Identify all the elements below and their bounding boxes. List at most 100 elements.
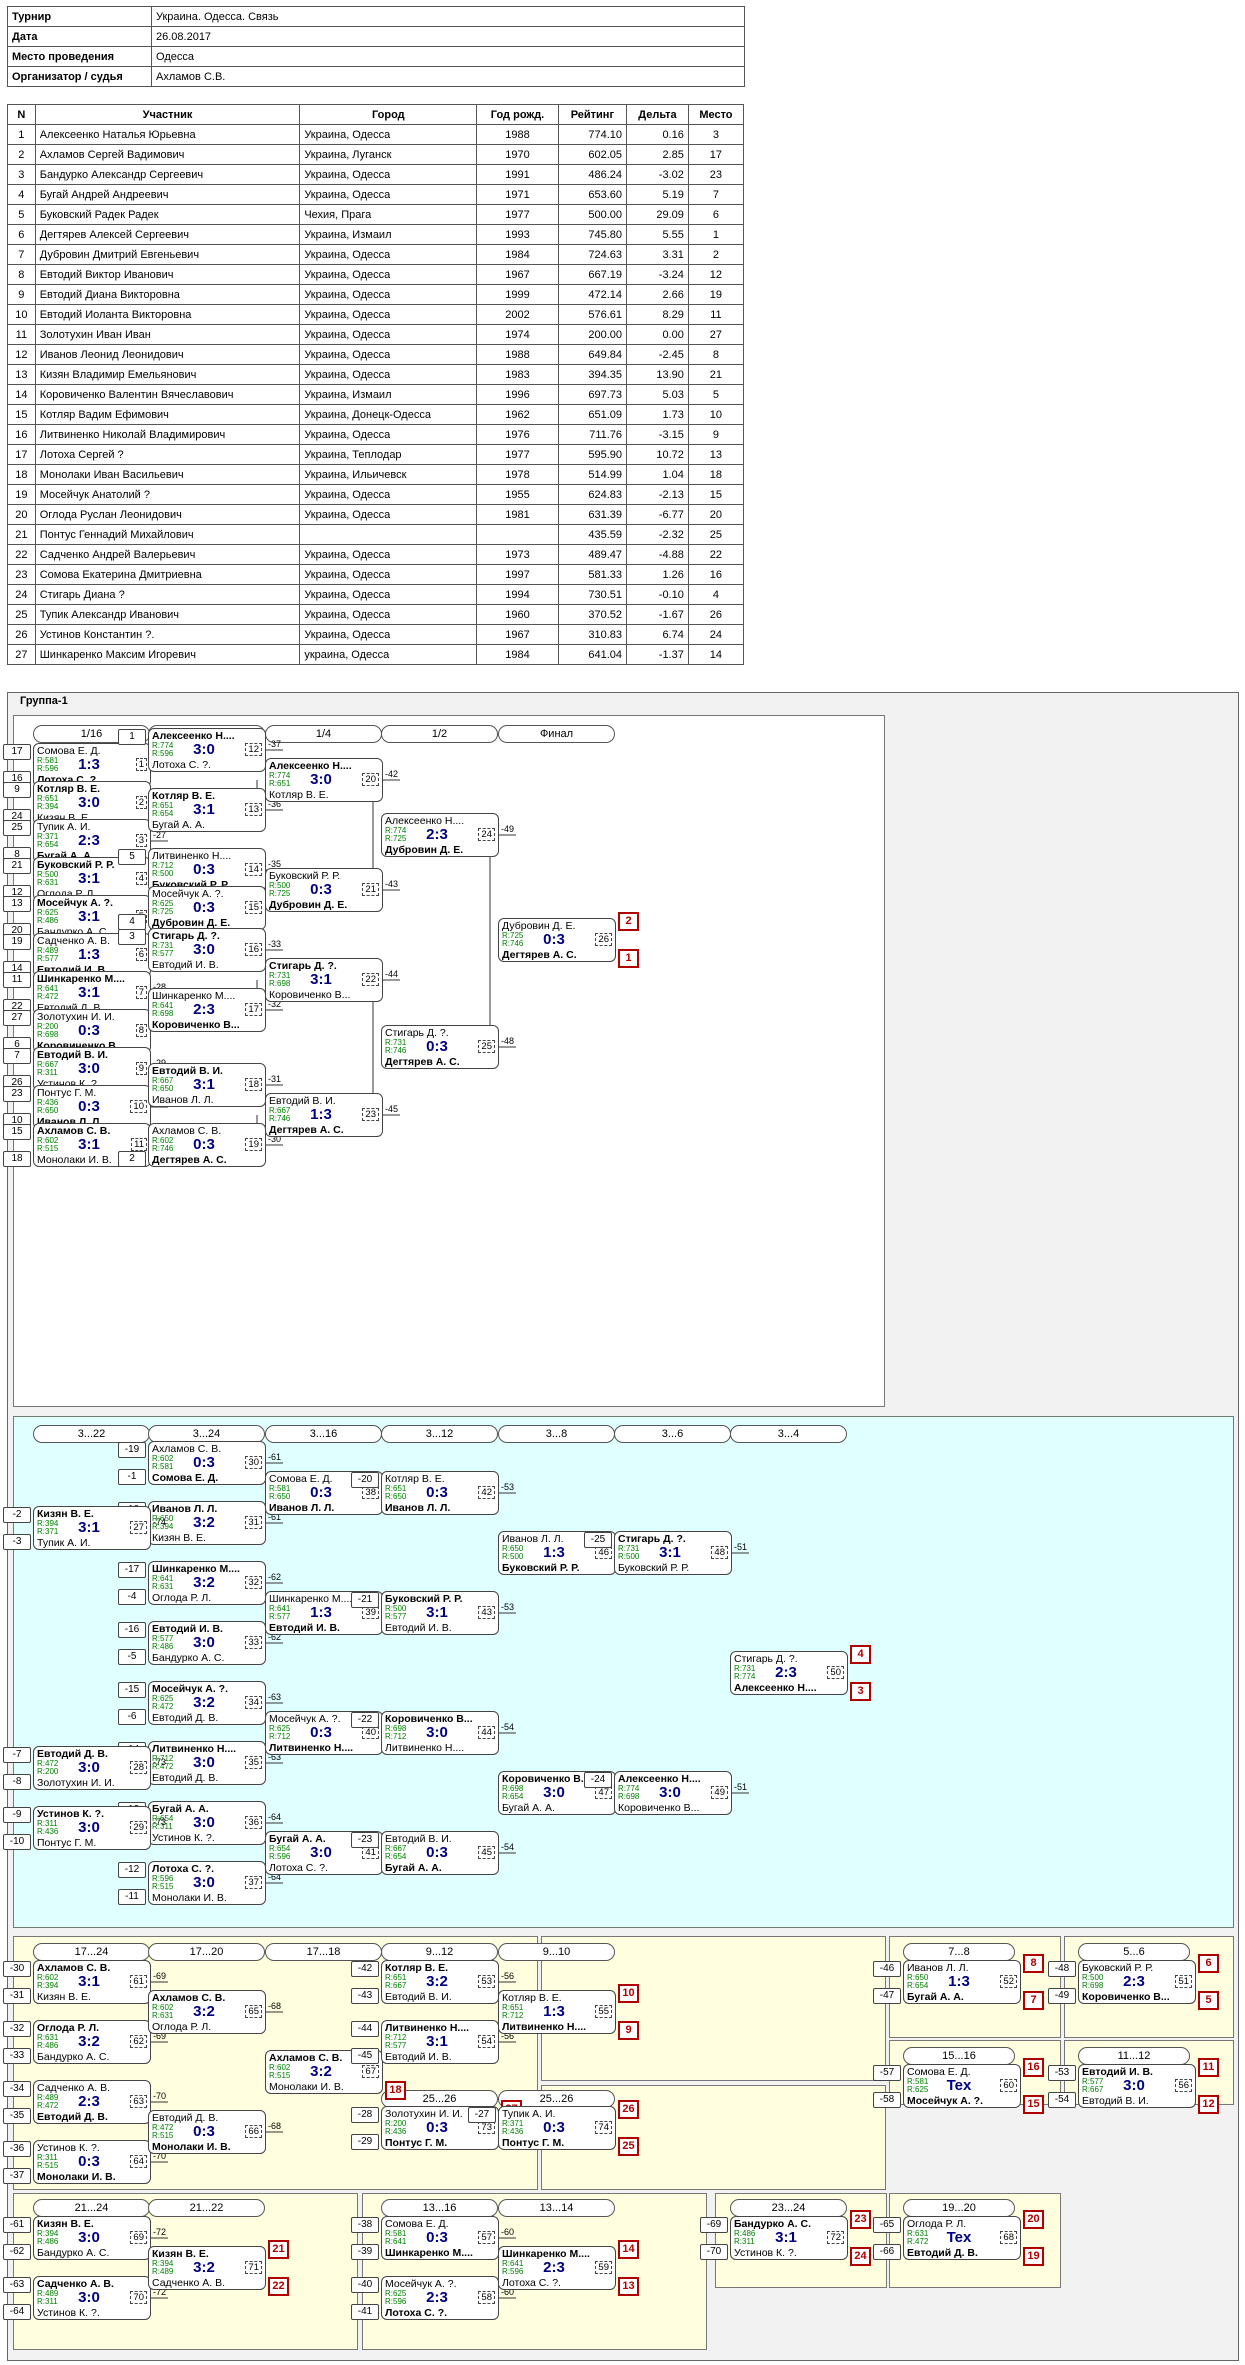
table-cell: -1.37 [626, 644, 689, 665]
match-box[interactable]: Стигарь Д. ?. Дегтярев А. С. R:731 R:746 0:3… [381, 1025, 499, 1069]
match-box[interactable]: Ахламов С. В. Оглода Р. Л. R:602 R:631 3:2 65 [148, 1990, 266, 2034]
info-label: Организатор / судья [7, 66, 152, 87]
match-box[interactable]: Мосейчук А. ?. Лотоха С. ?. R:625 R:596 2:3 5… [381, 2276, 499, 2320]
place-badge: 12 [1198, 2095, 1219, 2114]
match-box[interactable]: Алексеенко Н.... Котляр В. Е. R:774 R:651 3:… [265, 758, 383, 802]
seed-badge: -41 [351, 2304, 379, 2320]
match-box[interactable]: Ахламов С. В. Дегтярев А. С. R:602 R:746 0:3… [148, 1123, 266, 1167]
match-number: 43 [478, 1606, 495, 1619]
match-box[interactable]: Евтодий В. И. Иванов Л. Л. R:667 R:650 3:1 18 [148, 1063, 266, 1107]
match-box[interactable]: Евтодий Д. В. Золотухин И. И. R:472 R:200 3:… [33, 1746, 151, 1790]
match-box[interactable]: Оглода Р. Л. Евтодий Д. В. R:631 R:472 Tex 68 [903, 2216, 1021, 2260]
table-cell: 23 [7, 564, 36, 585]
match-score: 1:3 [310, 1604, 332, 1621]
player-2-name: Лотоха С. ?. [152, 759, 211, 771]
player-2-name: Евтодий Д. В. [907, 2247, 978, 2259]
match-box[interactable]: Оглода Р. Л. Бандурко А. С. R:631 R:486 3:2 6… [33, 2020, 151, 2064]
player-2-rating: R:654 [37, 840, 59, 849]
player-2-rating: R:654 [502, 1792, 524, 1801]
table-cell: 1955 [476, 484, 559, 505]
match-box[interactable]: Коровиченко В... Литвиненко Н.... R:698 R:7… [381, 1711, 499, 1755]
match-box[interactable]: Алексеенко Н.... Дубровин Д. Е. R:774 R:725… [381, 813, 499, 857]
table-cell: 641.04 [557, 644, 628, 665]
table-row: 19 Мосейчук Анатолий ? Украина, Одесса 1955… [7, 484, 745, 505]
match-box[interactable]: Евтодий И. В. Евтодий В. И. R:577 R:667 3:0 5… [1078, 2064, 1196, 2108]
match-box[interactable]: Алексеенко Н.... Лотоха С. ?. R:774 R:596 3:… [148, 728, 266, 772]
match-box[interactable]: Шинкаренко М.... Оглода Р. Л. R:641 R:631 3:… [148, 1561, 266, 1605]
player-2-name: Понтус Г. М. [37, 1837, 97, 1849]
place-badge: 24 [850, 2247, 871, 2266]
round-header: 19...20 [903, 2199, 1015, 2217]
match-score: 2:3 [78, 2093, 100, 2110]
table-cell: украина, Одесса [299, 644, 478, 665]
info-row: Турнир Украина. Одесса. Связь [7, 6, 745, 27]
table-cell: Коровиченко Валентин Вячеславович [34, 384, 301, 405]
round-header: 1/2 [381, 725, 498, 743]
match-score: 0:3 [426, 1844, 448, 1861]
info-row: Дата 26.08.2017 [7, 26, 745, 47]
match-box[interactable]: Мосейчук А. ?. Евтодий Д. В. R:625 R:472 3:2… [148, 1681, 266, 1725]
match-box[interactable]: Садченко А. В. Устинов К. ?. R:489 R:311 3:0… [33, 2276, 151, 2320]
seed-badge: -65 [873, 2217, 901, 2233]
match-box[interactable]: Евтодий В. И. Бугай А. А. R:667 R:654 0:3 45 [381, 1831, 499, 1875]
match-box[interactable]: Ахламов С. В. Сомова Е. Д. R:602 R:581 0:3 30 [148, 1441, 266, 1485]
match-number: 26 [595, 933, 612, 946]
match-box[interactable]: Кизян В. Е. Бандурко А. С. R:394 R:486 3:0 69 [33, 2216, 151, 2260]
match-box[interactable]: Котляр В. Е. Иванов Л. Л. R:651 R:650 0:3 42 [381, 1471, 499, 1515]
match-score: 3:0 [78, 1060, 100, 1077]
match-box[interactable]: Буковский Р. Р. Евтодий И. В. R:500 R:577 3:… [381, 1591, 499, 1635]
table-cell: 1988 [476, 344, 559, 365]
match-box[interactable]: Евтодий Д. В. Монолаки И. В. R:472 R:515 0:3… [148, 2110, 266, 2154]
match-box[interactable]: Мосейчук А. ?. Дубровин Д. Е. R:625 R:725 0:… [148, 886, 266, 930]
seed-badge: -12 [118, 1862, 146, 1878]
match-box[interactable]: Буковский Р. Р. Коровиченко В... R:500 R:69… [1078, 1960, 1196, 2004]
match-box[interactable]: Евтодий И. В. Бандурко А. С. R:577 R:486 3:0… [148, 1621, 266, 1665]
match-box[interactable]: Стигарь Д. ?. Евтодий И. В. R:731 R:577 3:0 1… [148, 928, 266, 972]
match-number: 42 [478, 1486, 495, 1499]
match-box[interactable]: Шинкаренко М.... Лотоха С. ?. R:641 R:596 2:… [498, 2246, 616, 2290]
match-score: Tex [946, 2077, 972, 2094]
seed-badge: -22 [351, 1712, 379, 1728]
table-cell: 10.72 [626, 444, 689, 465]
place-badge: 3 [850, 1682, 871, 1701]
match-box[interactable]: Стигарь Д. ?. Буковский Р. Р. R:731 R:500 3:… [614, 1531, 732, 1575]
match-box[interactable]: Котляр В. Е. Евтодий В. И. R:651 R:667 3:2 53 [381, 1960, 499, 2004]
table-cell [299, 524, 478, 545]
round-header: 13...16 [381, 2199, 498, 2217]
match-box[interactable]: Кизян В. Е. Тупик А. И. R:394 R:371 3:1 27 [33, 1506, 151, 1550]
match-box[interactable]: Алексеенко Н.... Коровиченко В... R:774 R:6… [614, 1771, 732, 1815]
match-box[interactable]: Иванов Л. Л. Бугай А. А. R:650 R:654 1:3 52 [903, 1960, 1021, 2004]
match-box[interactable]: Сомова Е. Д. Мосейчук А. ?. R:581 R:625 Tex 6… [903, 2064, 1021, 2108]
table-cell: 1960 [476, 604, 559, 625]
column-header: Участник [34, 104, 301, 125]
table-row: 5 Буковский Радек Радек Чехия, Прага 1977 50… [7, 204, 745, 225]
match-box[interactable]: Кизян В. Е. Садченко А. В. R:394 R:489 3:2 71 [148, 2246, 266, 2290]
match-box[interactable]: Шинкаренко М.... Коровиченко В... R:641 R:6… [148, 988, 266, 1032]
match-box[interactable]: Литвиненко Н.... Евтодий И. В. R:712 R:577 3… [381, 2020, 499, 2064]
round-header: 3...22 [33, 1425, 150, 1443]
match-box[interactable]: Устинов К. ?. Понтус Г. М. R:311 R:436 3:0 29 [33, 1806, 151, 1850]
match-box[interactable]: Стигарь Д. ?. Алексеенко Н.... R:731 R:774 2… [730, 1651, 848, 1695]
match-box[interactable]: Тупик А. И. Понтус Г. М. R:371 R:436 0:3 74 [498, 2106, 616, 2150]
match-box[interactable]: Дубровин Д. Е. Дегтярев А. С. R:725 R:746 0:… [498, 918, 616, 962]
match-box[interactable]: Стигарь Д. ?. Коровиченко В... R:731 R:698 3… [265, 958, 383, 1002]
match-box[interactable]: Буковский Р. Р. Дубровин Д. Е. R:500 R:725 0… [265, 868, 383, 912]
match-box[interactable]: Лотоха С. ?. Монолаки И. В. R:596 R:515 3:0 3… [148, 1861, 266, 1905]
match-box[interactable]: Сомова Е. Д. Шинкаренко М.... R:581 R:641 0:… [381, 2216, 499, 2260]
table-cell: 6.74 [626, 624, 689, 645]
match-box[interactable]: Ахламов С. В. Кизян В. Е. R:602 R:394 3:1 61 [33, 1960, 151, 2004]
match-box[interactable]: Бандурко А. С. Устинов К. ?. R:486 R:311 3:1… [730, 2216, 848, 2260]
match-box[interactable]: Садченко А. В. Евтодий Д. В. R:489 R:472 2:3… [33, 2080, 151, 2124]
table-cell: 27 [7, 644, 36, 665]
player-2-rating: R:596 [37, 764, 59, 773]
match-score: 0:3 [426, 2119, 448, 2136]
table-cell: Монолаки Иван Васильевич [34, 464, 301, 485]
match-number: 3 [135, 834, 147, 847]
match-score: 0:3 [426, 1484, 448, 1501]
table-row: 4 Бугай Андрей Андреевич Украина, Одесса 19… [7, 184, 745, 205]
match-box[interactable]: Котляр В. Е. Бугай А. А. R:651 R:654 3:1 13 [148, 788, 266, 832]
match-box[interactable]: Евтодий В. И. Дегтярев А. С. R:667 R:746 1:3… [265, 1093, 383, 1137]
seed-badge: -58 [873, 2092, 901, 2108]
match-box[interactable]: Котляр В. Е. Литвиненко Н.... R:651 R:712 1:… [498, 1990, 616, 2034]
match-box[interactable]: Устинов К. ?. Монолаки И. В. R:311 R:515 0:3… [33, 2140, 151, 2184]
